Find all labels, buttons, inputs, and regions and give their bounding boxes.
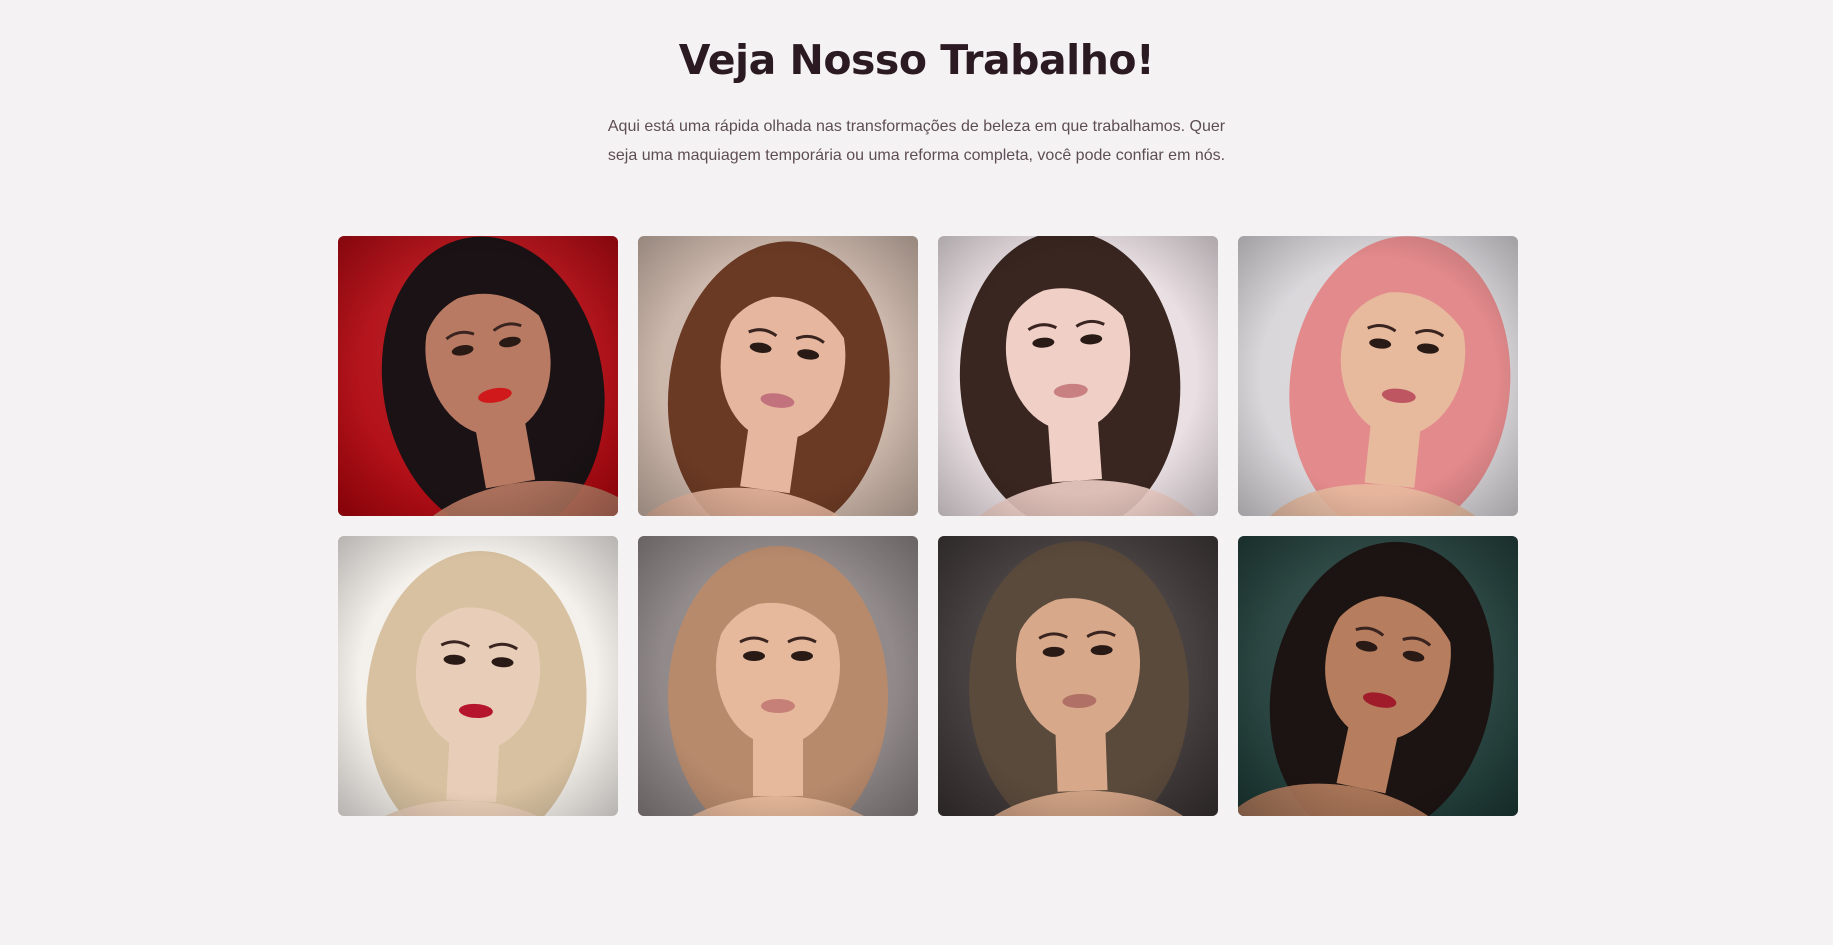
- gallery-photo-7[interactable]: [938, 536, 1218, 816]
- portrait-image: [1238, 536, 1518, 816]
- portrait-image: [338, 536, 618, 816]
- portrait-image: [638, 536, 918, 816]
- section-subtitle: Aqui está uma rápida olhada nas transfor…: [607, 118, 1226, 164]
- section-title: Veja Nosso Trabalho!: [678, 36, 1155, 84]
- gallery-section: Veja Nosso Trabalho! Aqui está uma rápid…: [0, 0, 1833, 945]
- portrait-image: [938, 536, 1218, 816]
- gallery-photo-2[interactable]: [638, 236, 918, 516]
- portrait-image: [938, 236, 1218, 516]
- gallery-photo-6[interactable]: [638, 536, 918, 816]
- gallery-photo-5[interactable]: [338, 536, 618, 816]
- gallery-photo-8[interactable]: [1238, 536, 1518, 816]
- portrait-image: [338, 236, 618, 516]
- gallery-photo-3[interactable]: [938, 236, 1218, 516]
- gallery-photo-1[interactable]: [338, 236, 618, 516]
- gallery-photo-4[interactable]: [1238, 236, 1518, 516]
- portrait-image: [1238, 236, 1518, 516]
- portrait-image: [638, 236, 918, 516]
- photo-grid: [338, 236, 1518, 816]
